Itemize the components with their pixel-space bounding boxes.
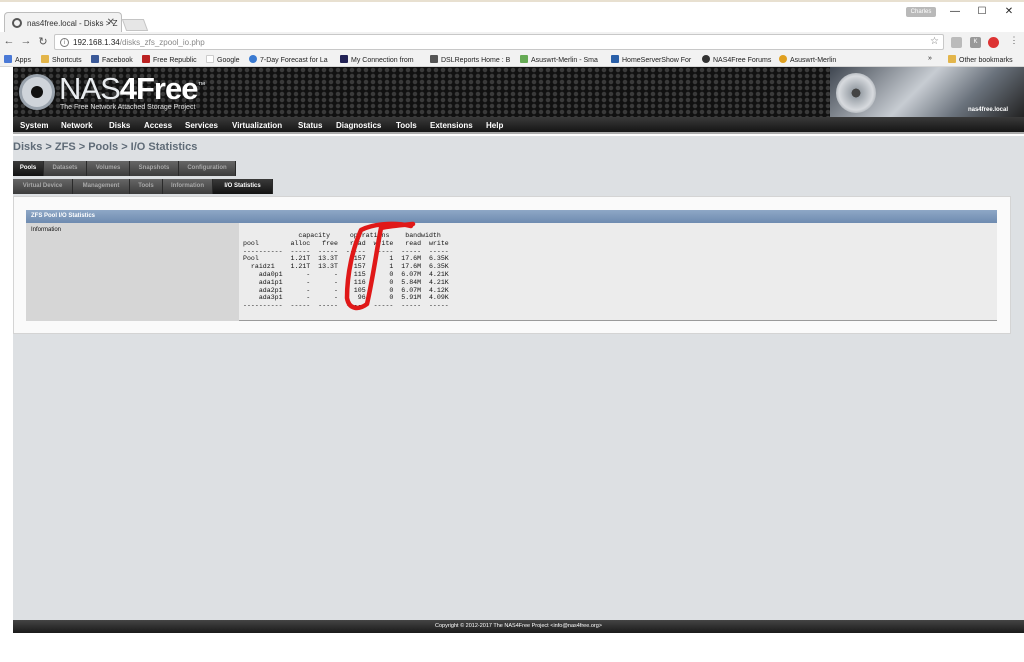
tab-tools[interactable]: Tools [130,179,163,194]
facebook-icon [91,55,99,63]
apps-icon [4,55,12,63]
tab-title: nas4free.local - Disks > Z [27,19,118,28]
bookmark-my-connection[interactable]: My Connection from [340,55,414,64]
menu-help[interactable]: Help [486,121,503,130]
information-label: Information [26,223,239,321]
other-bookmarks[interactable]: Other bookmarks [948,55,1013,64]
nas4free-icon [702,55,710,63]
stats-cell: capacity operations bandwidth pool alloc… [239,223,997,321]
bookmark-facebook[interactable]: Facebook [91,55,133,64]
bookmark-star-icon[interactable]: ☆ [930,36,939,47]
bookmark-asuswrt-merlin[interactable]: Asuswrt-Merlin [779,55,836,64]
extension-icon[interactable] [951,37,962,48]
menu-extensions[interactable]: Extensions [430,121,473,130]
zpool-iostat-output: capacity operations bandwidth pool alloc… [243,232,449,310]
bookmark-google[interactable]: Google [206,55,240,64]
browser-bottom [0,633,1024,662]
menu-diagnostics[interactable]: Diagnostics [336,121,381,130]
folder-icon [41,55,49,63]
nas4free-header: NAS4Free™ The Free Network Attached Stor… [13,67,1024,117]
extension-k-icon[interactable]: K [970,37,981,48]
tab-close-icon[interactable]: ✕ [107,17,115,28]
tagline: The Free Network Attached Storage Projec… [60,104,196,111]
menu-network[interactable]: Network [61,121,93,130]
main-menu: System Network Disks Access Services Vir… [13,117,1024,134]
nas4free-logo-icon [19,74,55,110]
url-path: /disks_zfs_zpool_io.php [119,38,205,47]
menu-access[interactable]: Access [144,121,172,130]
page-title: Disks > ZFS > Pools > I/O Statistics [13,141,198,153]
forward-arrow-icon[interactable]: → [19,35,33,47]
browser-titlebar: nas4free.local - Disks > Z ✕ Charles — ☐… [0,0,1024,34]
minimize-icon[interactable]: — [945,6,965,17]
flag-icon [142,55,150,63]
tabs-secondary: Virtual Device Management Tools Informat… [13,179,273,194]
back-arrow-icon[interactable]: ← [2,35,16,47]
tab-volumes[interactable]: Volumes [87,161,130,176]
nas4free-logo[interactable]: NAS4Free™ [59,71,205,107]
hard-drive-illustration: nas4free.local [830,67,1024,117]
site-favicon-icon [12,18,22,28]
tabs-primary: Pools Datasets Volumes Snapshots Configu… [13,161,236,176]
maximize-icon[interactable]: ☐ [972,6,992,17]
reload-icon[interactable]: ↻ [36,35,50,48]
page-footer: Copyright © 2012-2017 The NAS4Free Proje… [13,620,1024,633]
tab-management[interactable]: Management [73,179,130,194]
menu-services[interactable]: Services [185,121,218,130]
x-icon [340,55,348,63]
menu-status[interactable]: Status [298,121,322,130]
merlin-icon [520,55,528,63]
tab-snapshots[interactable]: Snapshots [130,161,179,176]
window-close-icon[interactable]: ✕ [999,6,1019,17]
merlin-icon [779,55,787,63]
google-icon [206,55,214,63]
url-host: 192.168.1.34 [73,38,120,47]
tab-virtual-device[interactable]: Virtual Device [13,179,73,194]
panel-title: ZFS Pool I/O Statistics [26,210,997,223]
hostname: nas4free.local [967,107,1008,113]
chrome-menu-icon[interactable]: ⋮ [1007,35,1021,46]
menu-disks[interactable]: Disks [109,121,130,130]
bookmark-homeservershow[interactable]: HomeServerShow For [611,55,691,64]
tab-pools[interactable]: Pools [13,161,44,176]
bookmark-dslreports[interactable]: DSLReports Home : B [430,55,510,64]
dslreports-icon [430,55,438,63]
tab-configuration[interactable]: Configuration [179,161,236,176]
hss-icon [611,55,619,63]
profile-chip[interactable]: Charles [906,7,936,17]
platter-icon [836,73,876,113]
menu-virtualization[interactable]: Virtualization [232,121,282,130]
menu-tools[interactable]: Tools [396,121,417,130]
folder-icon [948,55,956,63]
new-tab-button[interactable] [121,19,149,31]
bookmark-apps[interactable]: Apps [4,55,31,64]
page-content: Disks > ZFS > Pools > I/O Statistics Poo… [13,136,1024,620]
io-stats-panel: ZFS Pool I/O Statistics Information capa… [13,196,1011,334]
weather-icon [249,55,257,63]
address-bar[interactable]: i 192.168.1.34/disks_zfs_zpool_io.php ☆ [54,34,944,50]
bookmarks-overflow-icon[interactable]: » [928,55,932,62]
site-info-icon[interactable]: i [60,38,69,47]
bookmark-free-republic[interactable]: Free Republic [142,55,197,64]
bookmark-forecast[interactable]: 7-Day Forecast for La [249,55,328,64]
bookmark-shortcuts[interactable]: Shortcuts [41,55,82,64]
browser-toolbar: ← → ↻ i 192.168.1.34/disks_zfs_zpool_io.… [0,32,1024,52]
tab-datasets[interactable]: Datasets [44,161,87,176]
tab-io-statistics[interactable]: I/O Statistics [213,179,273,194]
browser-tab[interactable]: nas4free.local - Disks > Z ✕ [4,12,122,34]
bookmark-asuswrt-merlin-sma[interactable]: Asuswrt-Merlin - Sma [520,55,598,64]
adblock-icon[interactable] [988,37,999,48]
bookmark-nas4free-forums[interactable]: NAS4Free Forums [702,55,771,64]
tab-information[interactable]: Information [163,179,213,194]
bookmarks-bar: Apps Shortcuts Facebook Free Republic Go… [0,52,1024,67]
menu-system[interactable]: System [20,121,48,130]
